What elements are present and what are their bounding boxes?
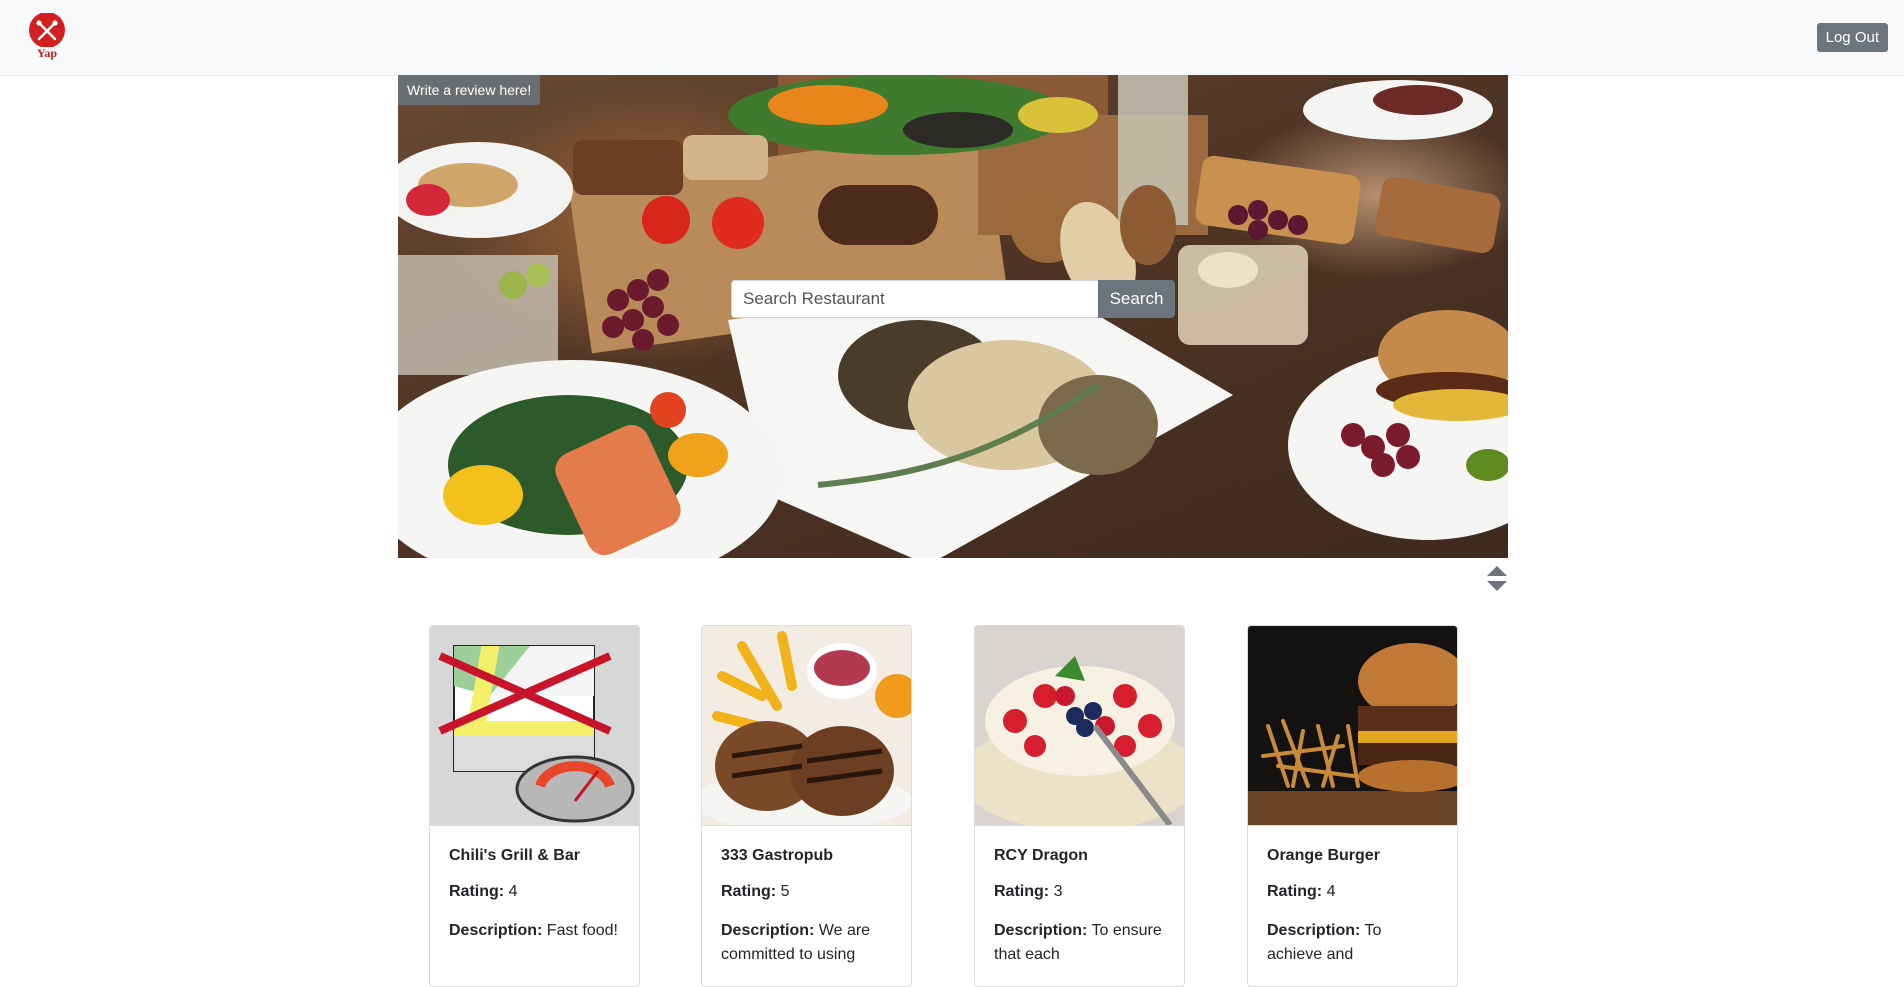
search-input[interactable]: [731, 280, 1098, 318]
restaurant-image: [1248, 626, 1457, 826]
restaurant-name: Chili's Grill & Bar: [449, 847, 580, 864]
restaurant-card[interactable]: Orange Burger Rating: 4 Description: To …: [1247, 625, 1458, 987]
restaurant-image-unavailable: [430, 626, 639, 826]
restaurant-description: Description: To ensure that each: [994, 922, 1162, 963]
logout-button[interactable]: Log Out: [1816, 23, 1888, 52]
restaurant-image: [702, 626, 911, 826]
restaurant-name: RCY Dragon: [994, 847, 1088, 864]
restaurant-rating: Rating: 4: [449, 883, 518, 900]
restaurant-rating: Rating: 4: [1267, 883, 1336, 900]
restaurant-description: Description: Fast food!: [449, 922, 618, 939]
restaurant-name: 333 Gastropub: [721, 847, 834, 864]
restaurant-description: Description: We are committed to using: [721, 922, 871, 963]
search-bar: Search: [731, 280, 1175, 318]
restaurant-rating: Rating: 5: [721, 883, 790, 900]
restaurant-card[interactable]: Chili's Grill & Bar Rating: 4 Descriptio…: [429, 625, 640, 987]
yap-logo[interactable]: Yap: [26, 13, 68, 63]
write-review-link[interactable]: Write a review here!: [398, 75, 541, 105]
sort-icon[interactable]: [1487, 566, 1507, 592]
restaurant-card[interactable]: RCY Dragon Rating: 3 Description: To ens…: [974, 625, 1185, 987]
restaurant-card[interactable]: 333 Gastropub Rating: 5 Description: We …: [701, 625, 912, 987]
restaurant-name: Orange Burger: [1267, 847, 1380, 864]
search-button[interactable]: Search: [1098, 280, 1175, 318]
restaurant-description: Description: To achieve and: [1267, 922, 1382, 963]
restaurant-image: [975, 626, 1184, 826]
restaurant-rating: Rating: 3: [994, 883, 1063, 900]
navbar: Yap Log Out: [0, 0, 1904, 76]
brand-name: Yap: [36, 46, 57, 60]
